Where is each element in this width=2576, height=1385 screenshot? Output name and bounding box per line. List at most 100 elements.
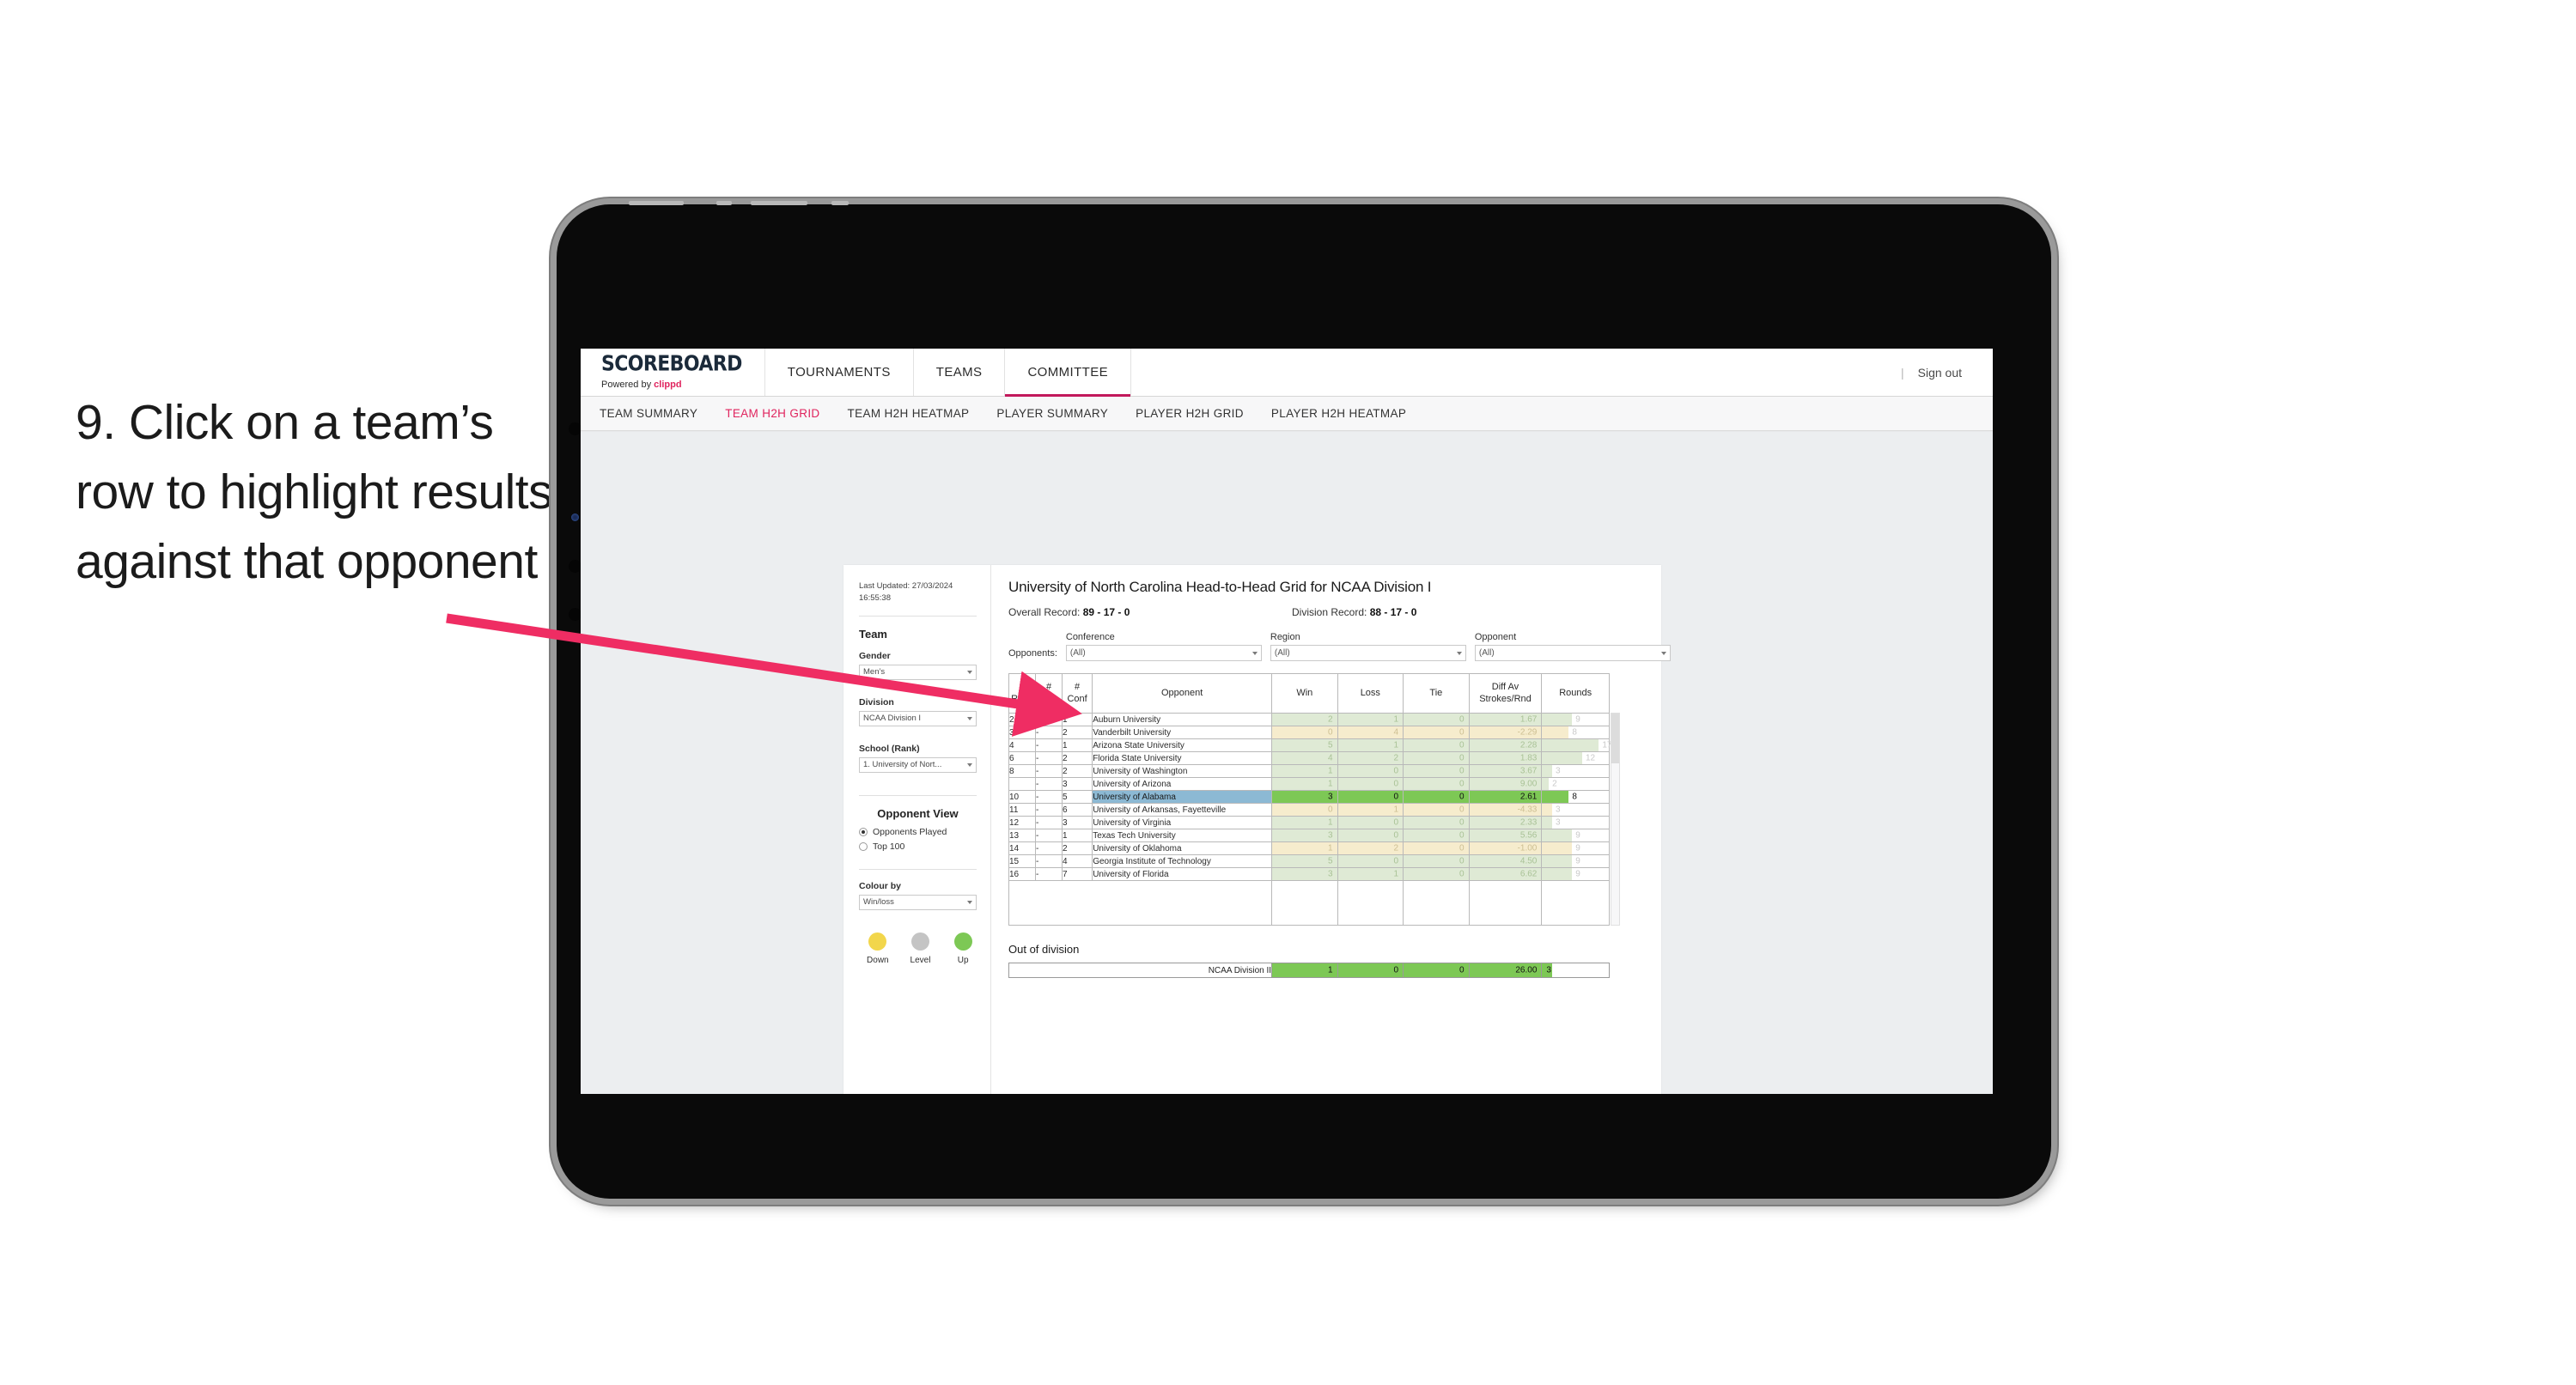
cell-value: 0	[1459, 830, 1465, 841]
subnav-item-team-summary[interactable]: TEAM SUMMARY	[600, 407, 697, 420]
rounds-bar	[1542, 752, 1582, 764]
table-row[interactable]: 14-2 University of Oklahoma 1 2 0 -1.00 9	[1008, 841, 1610, 855]
cell-tie: 0	[1403, 738, 1470, 752]
cell-value: 0	[1459, 740, 1465, 750]
table-row[interactable]: 13-1 Texas Tech University 3 0 0 5.56 9	[1008, 829, 1610, 842]
cell-value: -4.33	[1517, 805, 1538, 815]
tablet-button-volume-down[interactable]	[569, 560, 582, 573]
subnav-item-player-h2h-grid[interactable]: PLAYER H2H GRID	[1136, 407, 1244, 420]
table-row[interactable]: 12-3 University of Virginia 1 0 0 2.33 3	[1008, 816, 1610, 829]
subnav-item-team-h2h-heatmap[interactable]: TEAM H2H HEATMAP	[848, 407, 970, 420]
rounds-bar	[1542, 804, 1553, 816]
school-rank-select[interactable]: 1. University of Nort...	[859, 756, 977, 773]
cell-reg: -	[1035, 841, 1063, 855]
filler-cell-win	[1271, 880, 1338, 926]
out-of-division-row[interactable]: NCAA Division II 1 0 0 26.00 3	[1008, 963, 1610, 978]
cell-diff: 2.33	[1468, 816, 1543, 829]
column-header-opponent[interactable]: Opponent	[1092, 673, 1273, 714]
tablet-button-power[interactable]	[569, 608, 582, 621]
cell-opponent: Georgia Institute of Technology	[1092, 854, 1273, 868]
filter-value-conference: (All)	[1069, 648, 1086, 658]
column-header-loss[interactable]: Loss	[1337, 673, 1404, 714]
column-header-conf[interactable]: # Conf	[1062, 673, 1093, 714]
sign-out-link[interactable]: Sign out	[1918, 366, 1962, 380]
column-header-win[interactable]: Win	[1271, 673, 1338, 714]
table-row[interactable]: 3-2 Vanderbilt University 0 4 0 -2.29 8	[1008, 726, 1610, 739]
filter-title-region: Region	[1270, 632, 1300, 642]
cell-conf: 1	[1062, 738, 1093, 752]
ood-division-name: NCAA Division II	[1008, 963, 1273, 978]
cell-win: 0	[1271, 803, 1338, 817]
filter-select-opponent[interactable]: (All)	[1474, 645, 1671, 661]
table-row[interactable]: 11-6 University of Arkansas, Fayetteville…	[1008, 803, 1610, 817]
cell-rounds: 9	[1541, 713, 1610, 726]
column-header-diff[interactable]: Diff Av Strokes/Rnd	[1468, 673, 1543, 714]
column-header-rank[interactable]: # Rank	[1008, 673, 1037, 714]
colour-by-select[interactable]: Win/loss	[859, 894, 977, 910]
cell-rank: 11	[1008, 803, 1037, 817]
logo-tagline-brand: clippd	[654, 379, 682, 390]
tablet-button-volume-up[interactable]	[569, 422, 582, 435]
filter-value-region: (All)	[1274, 648, 1290, 658]
filter-select-conference[interactable]: (All)	[1065, 645, 1262, 661]
ood-rounds-value: 3	[1546, 965, 1551, 975]
cell-rounds: 3	[1541, 816, 1610, 829]
cell-diff: -1.00	[1468, 841, 1543, 855]
nav-item-committee[interactable]: COMMITTEE	[1005, 349, 1132, 397]
rounds-value: 2	[1552, 779, 1557, 789]
ood-diff-value: 26.00	[1515, 965, 1538, 975]
top-navigation-bar: SCOREBOARD Powered by clippd TOURNAMENTS…	[581, 349, 1993, 397]
filter-select-region[interactable]: (All)	[1270, 645, 1466, 661]
tablet-device-frame: SCOREBOARD Powered by clippd TOURNAMENTS…	[557, 201, 2051, 1199]
cell-loss: 4	[1337, 726, 1404, 739]
filler-cell-rounds	[1541, 880, 1610, 926]
table-row[interactable]: 10-5 University of Alabama 3 0 0 2.61 8	[1008, 790, 1610, 804]
cell-value: 0	[1459, 753, 1465, 763]
column-header-tie[interactable]: Tie	[1403, 673, 1470, 714]
nav-item-teams[interactable]: TEAMS	[914, 349, 1006, 396]
dashboard-content: University of North Carolina Head-to-Hea…	[991, 565, 1671, 1094]
cell-tie: 0	[1403, 803, 1470, 817]
filter-group-opponent: Opponent (All)	[1474, 632, 1671, 661]
column-header-reg[interactable]: # Reg	[1035, 673, 1063, 714]
table-row[interactable]: 2-1 Auburn University 2 1 0 1.67 9	[1008, 713, 1610, 726]
table-row[interactable]: 8-2 University of Washington 1 0 0 3.67 3	[1008, 764, 1610, 778]
rounds-bar	[1542, 791, 1569, 803]
rounds-bar	[1542, 714, 1573, 726]
table-row[interactable]: 15-4 Georgia Institute of Technology 5 0 0 4.…	[1008, 854, 1610, 868]
table-row[interactable]: 16-7 University of Florida 3 1 0 6.62 9	[1008, 867, 1610, 881]
column-header-rounds[interactable]: Rounds	[1541, 673, 1610, 714]
cell-rank: 15	[1008, 854, 1037, 868]
app-logo[interactable]: SCOREBOARD Powered by clippd	[581, 349, 765, 396]
cell-loss: 1	[1337, 713, 1404, 726]
grid-vertical-scrollbar[interactable]	[1611, 713, 1620, 926]
nav-item-tournaments[interactable]: TOURNAMENTS	[765, 349, 914, 396]
subnav-item-team-h2h-grid[interactable]: TEAM H2H GRID	[725, 407, 819, 420]
radio-top-100[interactable]: Top 100	[859, 841, 977, 852]
cell-tie: 0	[1403, 841, 1470, 855]
cell-win: 1	[1271, 816, 1338, 829]
gender-select[interactable]: Men’s	[859, 664, 977, 680]
dashboard-area: Last Updated: 27/03/2024 16:55:38 Team G…	[581, 432, 1993, 1094]
radio-opponents-played[interactable]: Opponents Played	[859, 827, 977, 837]
table-row[interactable]: -3 University of Arizona 1 0 0 9.00 2	[1008, 777, 1610, 791]
cell-value: 0	[1393, 766, 1399, 776]
cell-reg: -	[1035, 751, 1063, 765]
column-header-line: Rounds	[1559, 687, 1592, 698]
cell-win: 4	[1271, 751, 1338, 765]
cell-value: 0	[1459, 779, 1465, 789]
tablet-top-nub-1	[629, 201, 684, 205]
cell-loss: 2	[1337, 841, 1404, 855]
column-header-line: #	[1075, 681, 1081, 692]
subnav-item-player-summary[interactable]: PLAYER SUMMARY	[996, 407, 1108, 420]
cell-tie: 0	[1403, 790, 1470, 804]
subnav-item-player-h2h-heatmap[interactable]: PLAYER H2H HEATMAP	[1271, 407, 1406, 420]
table-row[interactable]: 4-1 Arizona State University 5 1 0 2.28 17	[1008, 738, 1611, 752]
division-select[interactable]: NCAA Division I	[859, 710, 977, 726]
column-header-line: Tie	[1429, 687, 1443, 698]
grid-scrollbar-thumb[interactable]	[1611, 714, 1619, 763]
cell-conf: 1	[1062, 713, 1093, 726]
cell-value: 2	[1393, 843, 1399, 853]
table-row[interactable]: 6-2 Florida State University 4 2 0 1.83 12	[1008, 751, 1610, 765]
